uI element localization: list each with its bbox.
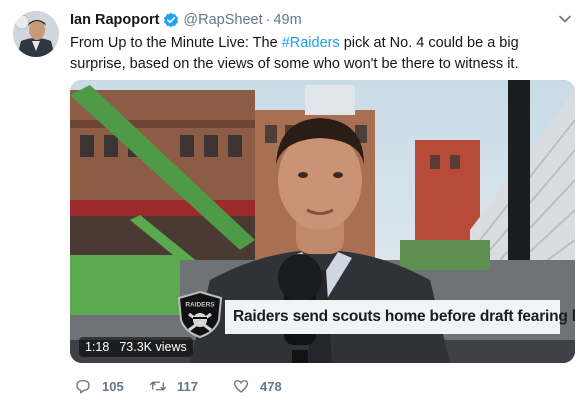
headline-bar: Raiders send scouts home before draft fe…: [225, 300, 575, 334]
reply-count: 105: [102, 378, 124, 394]
video-player[interactable]: RAIDERS Raiders send scouts home before …: [70, 80, 575, 363]
author-handle[interactable]: @RapSheet: [183, 12, 262, 28]
tweet[interactable]: Ian Rapoport @RapSheet · 49m From Up to …: [0, 0, 588, 405]
video-meta: 1:18 73.3K views: [79, 337, 193, 357]
retweet-icon: [149, 381, 167, 391]
reply-button[interactable]: 105: [74, 377, 149, 395]
avatar[interactable]: [13, 11, 59, 57]
retweet-button[interactable]: 117: [149, 377, 232, 395]
heart-icon: [233, 380, 249, 393]
video-views: 73.3K views: [119, 340, 187, 354]
hashtag-link[interactable]: #Raiders: [282, 35, 340, 51]
author-name[interactable]: Ian Rapoport: [70, 12, 159, 28]
lower-third-headline: Raiders send scouts home before draft fe…: [233, 308, 575, 325]
verified-badge-icon: [163, 12, 179, 28]
chevron-down-icon[interactable]: [558, 12, 572, 26]
like-button[interactable]: 478: [232, 377, 312, 395]
tweet-text-start: From Up to the Minute Live: The: [70, 35, 282, 51]
video-duration: 1:18: [85, 340, 110, 354]
retweet-count: 117: [177, 378, 198, 394]
tweet-timestamp[interactable]: 49m: [273, 12, 301, 28]
like-count: 478: [260, 378, 282, 394]
reply-icon: [76, 380, 90, 394]
lower-third: RAIDERS Raiders send scouts home before …: [175, 290, 575, 339]
raiders-logo: RAIDERS: [175, 290, 225, 339]
tweet-actions: 105 117 478: [70, 375, 312, 397]
separator-dot: ·: [265, 12, 271, 28]
tweet-text: From Up to the Minute Live: The #Raiders…: [70, 33, 575, 75]
raiders-logo-text: RAIDERS: [185, 302, 215, 309]
tweet-header: Ian Rapoport @RapSheet · 49m: [70, 10, 302, 30]
